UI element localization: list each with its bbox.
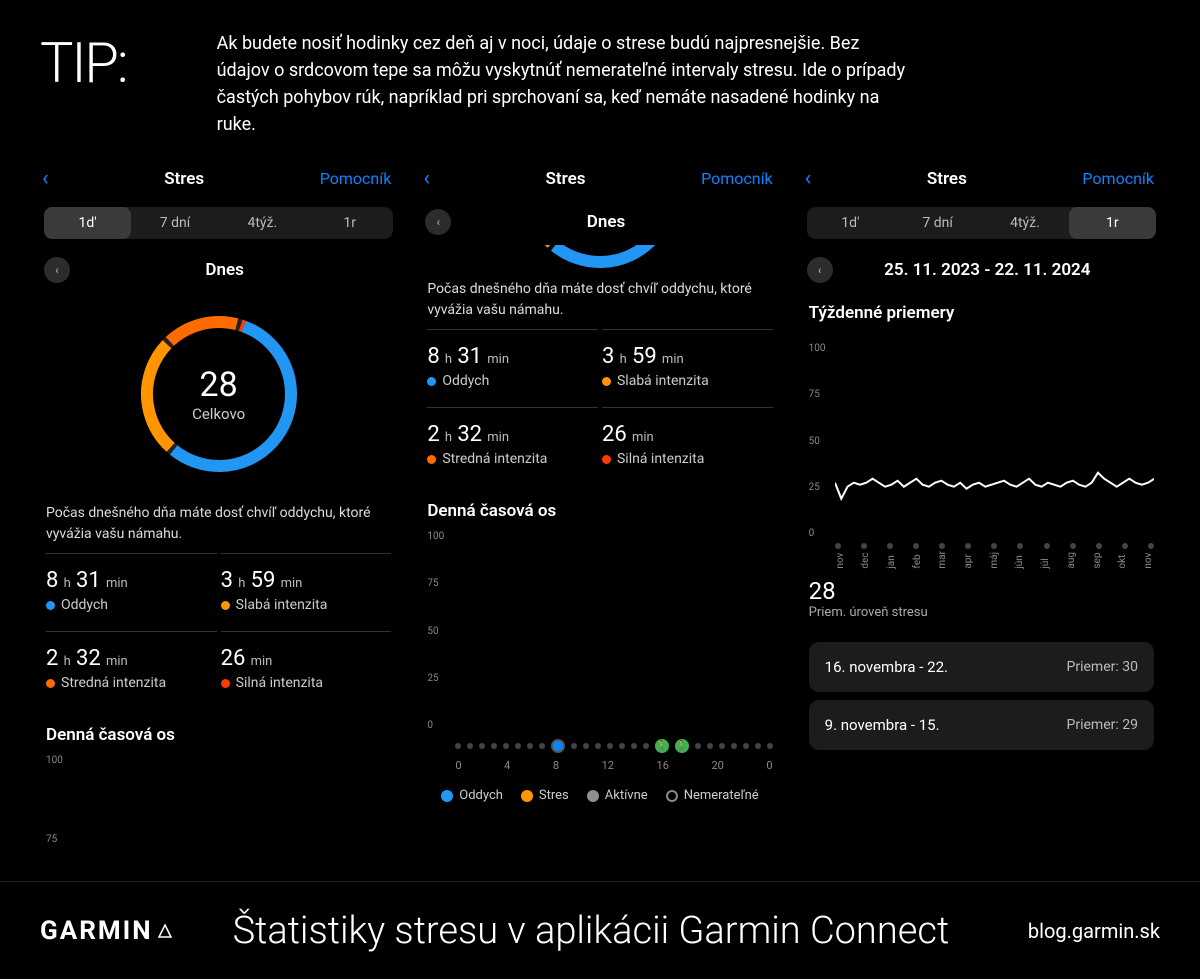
- zigzag-border: [0, 965, 1200, 979]
- garmin-logo: GARMIN: [40, 916, 173, 946]
- metric-Oddych: 8 h 31 minOddych: [427, 329, 598, 403]
- date-label: Dnes: [463, 212, 748, 232]
- segment-7 dní[interactable]: 7 dní: [131, 207, 218, 239]
- daily-timeline-chart-cropped: 10075: [46, 755, 391, 845]
- back-icon[interactable]: ‹: [42, 166, 49, 191]
- stress-donut-bottom-slice: [515, 245, 685, 271]
- footer-url: blog.garmin.sk: [1028, 919, 1160, 943]
- help-link[interactable]: Pomocník: [701, 169, 773, 188]
- metric-Slabá intenzita: 3 h 59 minSlabá intenzita: [602, 329, 773, 403]
- segment-7 dní[interactable]: 7 dní: [894, 207, 981, 239]
- page-title: Stres: [164, 169, 204, 189]
- page-title: Stres: [927, 169, 967, 189]
- date-range-label: 25. 11. 2023 - 22. 11. 2024: [845, 260, 1130, 280]
- segment-1r[interactable]: 1r: [306, 207, 393, 239]
- legend-Oddych: Oddych: [441, 788, 503, 803]
- segment-1d'[interactable]: 1d': [44, 207, 131, 239]
- metric-Stredná intenzita: 2 h 32 minStredná intenzita: [427, 407, 598, 481]
- footer-title: Štatistiky stresu v aplikácii Garmin Con…: [233, 909, 1028, 953]
- stress-description: Počas dnešného dňa máte dosť chvíľ oddyc…: [413, 271, 786, 329]
- legend-Aktívne: Aktívne: [587, 788, 648, 803]
- overall-stress-value: 28: [192, 365, 245, 405]
- legend-Stres: Stres: [521, 788, 569, 803]
- timeline-title: Denná časová os: [413, 481, 786, 531]
- avg-stress-label: Priem. úroveň stresu: [809, 605, 1154, 620]
- segment-4týž.[interactable]: 4týž.: [219, 207, 306, 239]
- metric-Silná intenzita: 26 minSilná intenzita: [221, 631, 392, 705]
- help-link[interactable]: Pomocník: [1082, 169, 1154, 188]
- segment-4týž.[interactable]: 4týž.: [981, 207, 1068, 239]
- segment-1r[interactable]: 1r: [1069, 207, 1156, 239]
- week-row[interactable]: 9. novembra - 15.Priemer: 29: [809, 700, 1154, 750]
- prev-date-button[interactable]: ‹: [44, 257, 70, 283]
- time-range-segment[interactable]: 1d'7 dní4týž.1r: [44, 207, 393, 239]
- date-label: Dnes: [82, 260, 367, 280]
- tip-label: TIP:: [40, 30, 127, 96]
- prev-date-button[interactable]: ‹: [807, 257, 833, 283]
- metric-Silná intenzita: 26 minSilná intenzita: [602, 407, 773, 481]
- timeline-title: Denná časová os: [32, 705, 405, 755]
- weekly-averages-title: Týždenné priemery: [795, 293, 1168, 333]
- tip-text: Ak budete nosiť hodinky cez deň aj v noc…: [217, 30, 917, 138]
- help-link[interactable]: Pomocník: [320, 169, 392, 188]
- metric-Stredná intenzita: 2 h 32 minStredná intenzita: [46, 631, 217, 705]
- daily-timeline-chart: 1007550250: [427, 531, 772, 731]
- screen-year: ‹ Stres Pomocník 1d'7 dní4týž.1r ‹ 25. 1…: [795, 158, 1168, 845]
- screen-day-scrolled: ‹ Stres Pomocník ‹ Dnes Počas dnešného d…: [413, 158, 786, 845]
- prev-date-button[interactable]: ‹: [425, 209, 451, 235]
- stress-description: Počas dnešného dňa máte dosť chvíľ oddyc…: [32, 495, 405, 553]
- metric-Slabá intenzita: 3 h 59 minSlabá intenzita: [221, 553, 392, 627]
- week-row[interactable]: 16. novembra - 22.Priemer: 30: [809, 642, 1154, 692]
- overall-stress-label: Celkovo: [192, 405, 245, 423]
- back-icon[interactable]: ‹: [423, 166, 430, 191]
- page-title: Stres: [546, 169, 586, 189]
- screen-day: ‹ Stres Pomocník 1d'7 dní4týž.1r ‹ Dnes …: [32, 158, 405, 845]
- avg-stress-value: 28: [809, 577, 1154, 605]
- metric-Oddych: 8 h 31 minOddych: [46, 553, 217, 627]
- weekly-averages-chart: 1007550250 novdecjanfebmaraprmájjúnjúlau…: [809, 343, 1154, 563]
- time-range-segment[interactable]: 1d'7 dní4týž.1r: [807, 207, 1156, 239]
- back-icon[interactable]: ‹: [805, 166, 812, 191]
- segment-1d'[interactable]: 1d': [807, 207, 894, 239]
- legend-Nemerateľné: Nemerateľné: [666, 788, 759, 803]
